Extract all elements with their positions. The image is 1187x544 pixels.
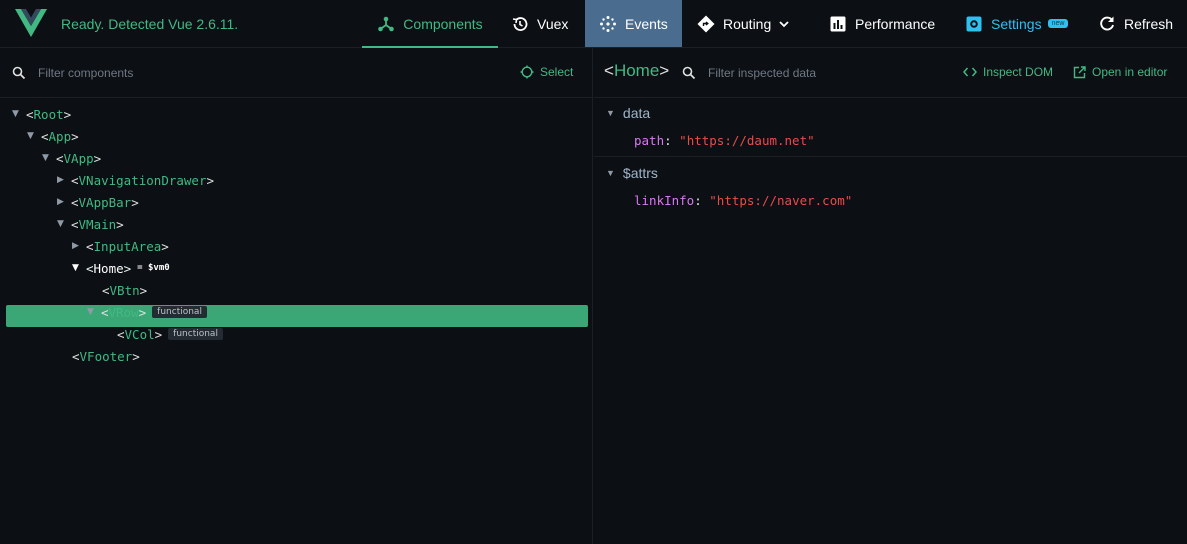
prop-value: "https://naver.com" xyxy=(709,193,853,208)
events-icon xyxy=(599,15,617,33)
inspect-dom-button[interactable]: Inspect DOM xyxy=(963,65,1053,79)
tab-routing-label: Routing xyxy=(723,15,772,32)
node-name: App xyxy=(48,128,72,144)
node-name: VRow xyxy=(108,304,139,320)
tab-performance[interactable]: Performance xyxy=(829,0,935,47)
prop-key: linkInfo xyxy=(634,193,695,208)
node-name: InputArea xyxy=(93,238,162,254)
tab-settings-label: Settings xyxy=(991,15,1042,32)
prop-key: path xyxy=(634,133,665,148)
inspector-toolbar: <Home> Inspect DOM Open in editor xyxy=(594,48,1187,98)
tab-settings[interactable]: Settings new xyxy=(965,0,1069,47)
node-name: VMain xyxy=(78,216,117,232)
prop-value: "https://daum.net" xyxy=(679,133,815,148)
select-component-button[interactable]: Select xyxy=(520,65,573,79)
tree-node-inputarea[interactable]: ▶ < InputArea > xyxy=(72,235,169,257)
node-name: VCol xyxy=(124,326,155,342)
expanded-arrow-icon: ▼ xyxy=(87,307,94,317)
section-title: $attrs xyxy=(622,165,658,181)
node-name: VFooter xyxy=(79,348,133,364)
functional-tag: functional xyxy=(168,328,223,340)
expanded-arrow-icon: ▼ xyxy=(72,263,79,273)
inspector-panel: <Home> Inspect DOM Open in editor ▼ data… xyxy=(594,48,1187,544)
vm-reference: = $vm0 xyxy=(137,263,170,273)
section-data-header[interactable]: ▼ data xyxy=(606,105,650,121)
open-in-editor-button[interactable]: Open in editor xyxy=(1073,65,1167,79)
node-name: VBtn xyxy=(109,282,140,298)
filter-components-input[interactable] xyxy=(38,64,338,82)
expanded-arrow-icon: ▼ xyxy=(606,108,615,118)
tree-node-vbtn[interactable]: < VBtn > xyxy=(102,279,147,301)
node-name: Home xyxy=(93,260,124,276)
node-name: VNavigationDrawer xyxy=(78,172,207,188)
tree-node-vapp[interactable]: ▼ < VApp > xyxy=(42,147,101,169)
tree-node-vmain[interactable]: ▼ < VMain > xyxy=(57,213,124,235)
refresh-label: Refresh xyxy=(1124,15,1174,32)
components-panel: Select ▼<Root> ▼<App> ▼<VApp> ▶<VNavigat… xyxy=(0,48,593,544)
tab-events-label: Events xyxy=(625,15,668,32)
inspect-dom-label: Inspect DOM xyxy=(983,65,1054,79)
tree-node-vrow[interactable]: ▼ < VRow > functional xyxy=(87,301,207,323)
open-in-editor-label: Open in editor xyxy=(1092,65,1168,79)
inspected-component-title: <Home> xyxy=(604,61,670,80)
tab-events[interactable]: Events xyxy=(585,0,682,47)
collapsed-arrow-icon: ▶ xyxy=(72,241,79,251)
tree-node-app[interactable]: ▼ < App > xyxy=(27,125,79,147)
inspected-component-name: Home xyxy=(613,61,660,80)
top-bar: Ready. Detected Vue 2.6.11. Components V… xyxy=(0,0,1187,48)
node-name: VApp xyxy=(63,150,94,166)
section-divider xyxy=(594,156,1187,157)
tab-components-label: Components xyxy=(403,15,483,32)
section-title: data xyxy=(622,105,651,121)
expanded-arrow-icon: ▼ xyxy=(27,131,34,141)
tab-vuex[interactable]: Vuex xyxy=(511,0,568,47)
tab-performance-label: Performance xyxy=(855,15,936,32)
expanded-arrow-icon: ▼ xyxy=(606,168,615,178)
gear-icon xyxy=(965,15,983,33)
expanded-arrow-icon: ▼ xyxy=(12,109,19,119)
tab-routing[interactable]: Routing xyxy=(697,0,789,47)
bar-chart-icon xyxy=(829,15,847,33)
functional-tag: functional xyxy=(152,306,207,318)
attrs-prop-linkinfo[interactable]: linkInfo: "https://naver.com" xyxy=(634,193,852,208)
search-icon xyxy=(12,66,26,80)
data-prop-path[interactable]: path: "https://daum.net" xyxy=(634,133,815,148)
new-badge: new xyxy=(1047,19,1069,28)
expanded-arrow-icon: ▼ xyxy=(42,153,49,163)
code-icon xyxy=(963,67,977,77)
tree-node-vfooter[interactable]: < VFooter > xyxy=(72,345,140,367)
node-name: Root xyxy=(33,106,64,122)
node-name: VAppBar xyxy=(78,194,132,210)
crosshair-icon xyxy=(520,65,534,79)
tab-components[interactable]: Components xyxy=(362,0,498,48)
tree-node-vnavigationdrawer[interactable]: ▶ < VNavigationDrawer > xyxy=(57,169,214,191)
select-label: Select xyxy=(540,65,574,79)
tree-node-home[interactable]: ▼ < Home > = $vm0 xyxy=(72,257,170,279)
directions-icon xyxy=(697,15,715,33)
refresh-button[interactable]: Refresh xyxy=(1098,0,1173,47)
collapsed-arrow-icon: ▶ xyxy=(57,175,64,185)
filter-inspected-data-input[interactable] xyxy=(708,64,938,82)
tree-node-root[interactable]: ▼ < Root > xyxy=(12,103,71,125)
chevron-down-icon xyxy=(779,20,789,27)
status-text: Ready. Detected Vue 2.6.11. xyxy=(61,16,239,32)
section-attrs-header[interactable]: ▼ $attrs xyxy=(606,165,658,181)
components-tree-icon xyxy=(377,15,395,33)
expanded-arrow-icon: ▼ xyxy=(57,219,64,229)
components-toolbar: Select xyxy=(0,48,592,98)
search-icon xyxy=(682,66,696,80)
open-external-icon xyxy=(1073,65,1086,78)
refresh-icon xyxy=(1098,15,1116,33)
collapsed-arrow-icon: ▶ xyxy=(57,197,64,207)
tree-node-vcol[interactable]: < VCol > functional xyxy=(117,323,223,345)
vue-logo-icon xyxy=(15,9,47,37)
tab-vuex-label: Vuex xyxy=(537,15,569,32)
tree-node-vappbar[interactable]: ▶ < VAppBar > xyxy=(57,191,139,213)
history-icon xyxy=(511,15,529,33)
